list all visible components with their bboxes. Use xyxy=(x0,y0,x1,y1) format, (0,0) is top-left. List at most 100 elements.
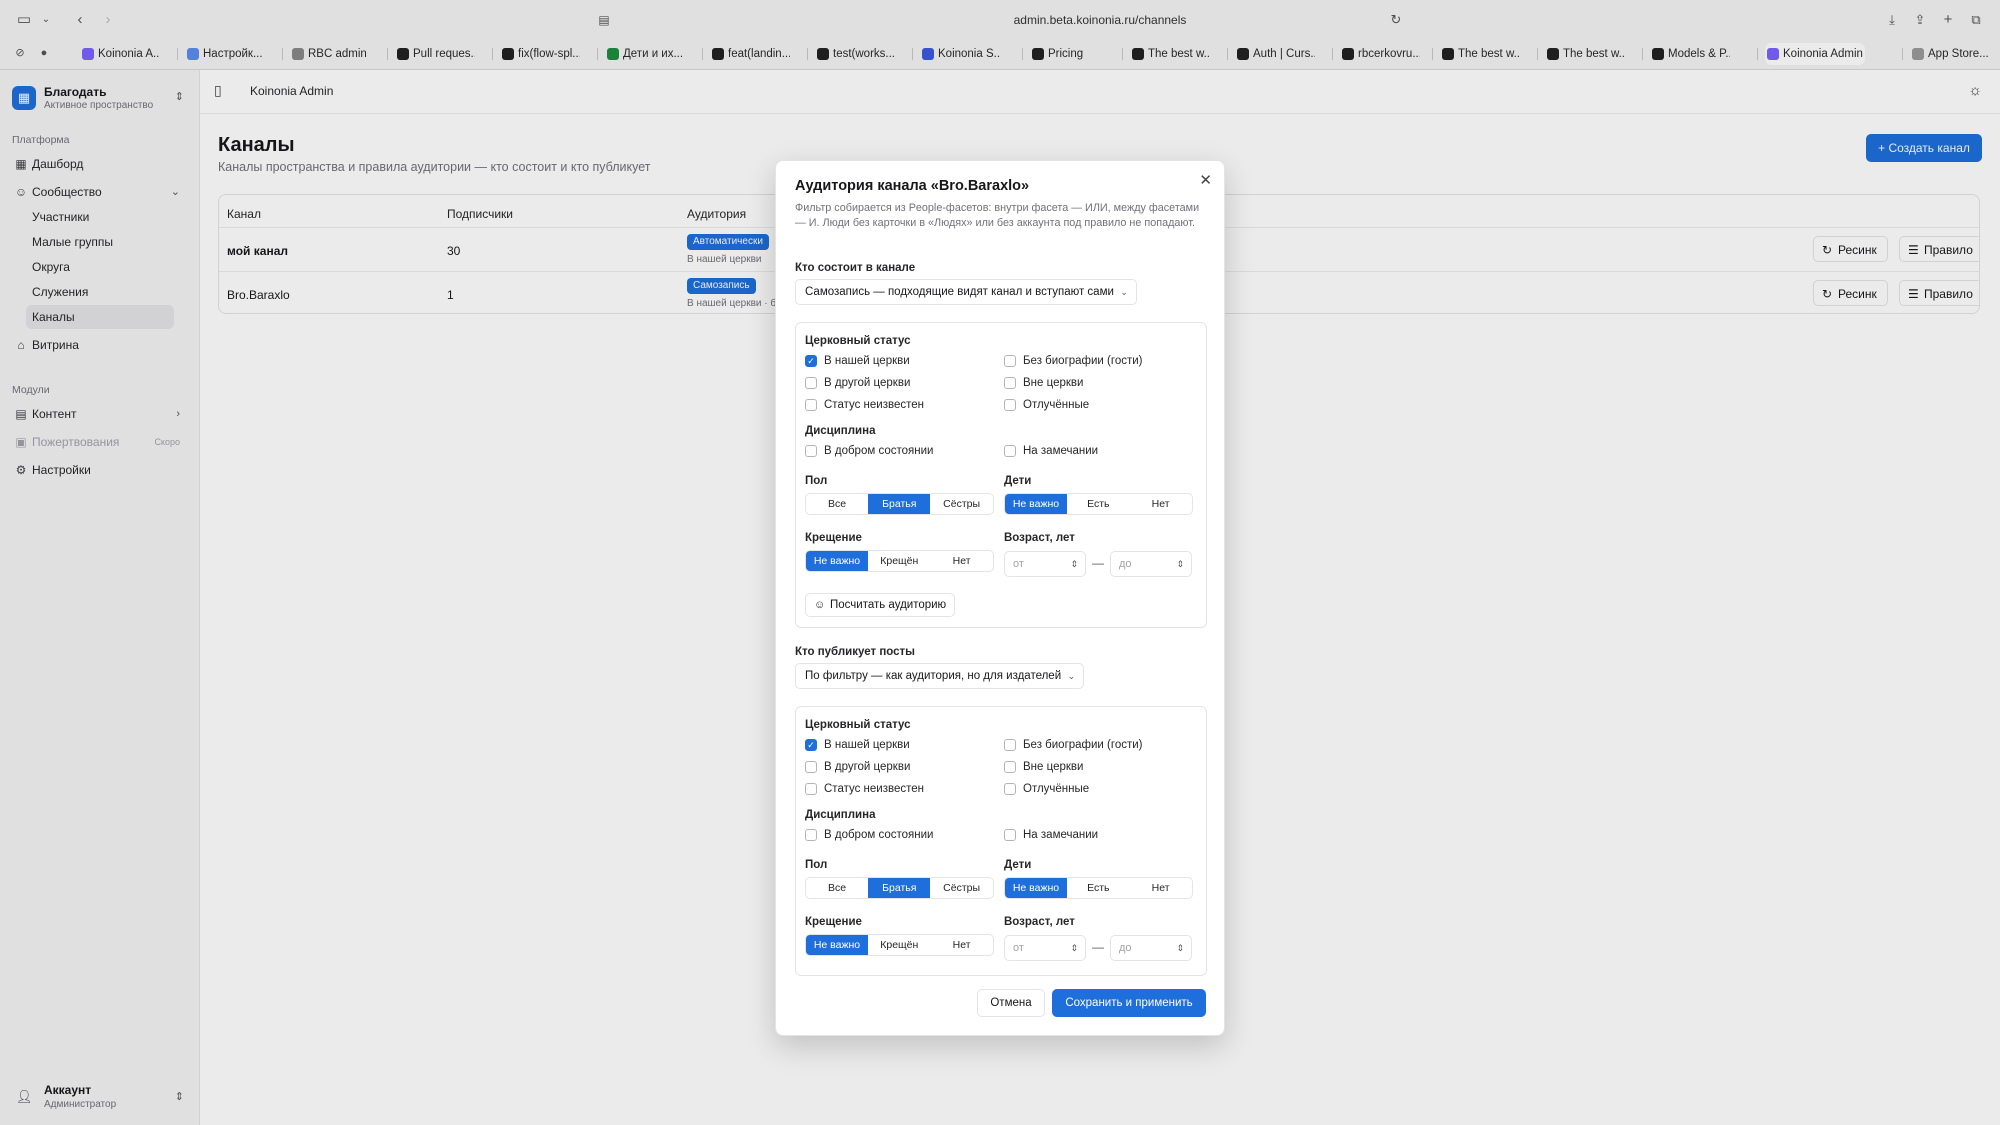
checkbox-box[interactable]: ✓ xyxy=(805,739,817,751)
publishers-mode-value: По фильтру — как аудитория, но для издат… xyxy=(805,670,1062,682)
checkbox-box[interactable] xyxy=(805,399,817,411)
members-mode-select[interactable]: Самозапись — подходящие видят канал и вс… xyxy=(795,279,1137,305)
checkbox-box[interactable] xyxy=(1004,399,1016,411)
checkbox-discipline[interactable]: В добром состоянии xyxy=(805,827,933,843)
users-icon: ☺ xyxy=(814,599,826,611)
age-from-input[interactable]: от ⇕ xyxy=(1004,551,1086,577)
label-church-status: Церковный статус xyxy=(805,719,911,731)
dialog-title: Аудитория канала «Bro.Baraxlo» xyxy=(795,178,1030,194)
checkbox-label: В нашей церкви xyxy=(824,355,910,367)
age-from-input[interactable]: от ⇕ xyxy=(1004,935,1086,961)
label-baptism: Крещение xyxy=(805,916,862,928)
baptism-segment-option[interactable]: Нет xyxy=(931,551,993,571)
members-mode-value: Самозапись — подходящие видят канал и вс… xyxy=(805,286,1114,298)
checkbox-box[interactable] xyxy=(1004,445,1016,457)
checkbox-church-status[interactable]: Статус неизвестен xyxy=(805,781,924,797)
checkbox-label: Без биографии (гости) xyxy=(1023,739,1143,751)
children-segment: Не важно Есть Нет xyxy=(1004,493,1193,515)
gender-segment-option[interactable]: Все xyxy=(806,878,868,898)
checkbox-church-status[interactable]: Отлучённые xyxy=(1004,397,1089,413)
label-age: Возраст, лет xyxy=(1004,916,1075,928)
checkbox-church-status[interactable]: ✓ В нашей церкви xyxy=(805,737,910,753)
checkbox-box[interactable] xyxy=(1004,355,1016,367)
gender-segment-option[interactable]: Братья xyxy=(868,878,931,898)
age-range-dash: — xyxy=(1092,940,1104,954)
checkbox-box[interactable] xyxy=(805,761,817,773)
checkbox-box[interactable] xyxy=(1004,783,1016,795)
checkbox-church-status[interactable]: ✓ В нашей церкви xyxy=(805,353,910,369)
label-church-status: Церковный статус xyxy=(805,335,911,347)
checkbox-church-status[interactable]: В другой церкви xyxy=(805,375,910,391)
checkbox-discipline[interactable]: На замечании xyxy=(1004,443,1098,459)
checkbox-label: В добром состоянии xyxy=(824,829,934,841)
checkbox-box[interactable] xyxy=(1004,829,1016,841)
checkbox-church-status[interactable]: Вне церкви xyxy=(1004,759,1083,775)
stepper-icon: ⇕ xyxy=(1176,559,1184,569)
label-children: Дети xyxy=(1004,475,1032,487)
gender-segment: Все Братья Сёстры xyxy=(805,493,994,515)
checkbox-box[interactable] xyxy=(1004,761,1016,773)
checkbox-church-status[interactable]: Статус неизвестен xyxy=(805,397,924,413)
checkbox-label: Без биографии (гости) xyxy=(1023,355,1143,367)
cancel-button[interactable]: Отмена xyxy=(977,989,1045,1017)
audience-dialog: ✕ Аудитория канала «Bro.Baraxlo» Фильтр … xyxy=(775,160,1225,1036)
publishers-label: Кто публикует посты xyxy=(795,646,915,658)
baptism-segment-option[interactable]: Крещён xyxy=(868,551,930,571)
checkbox-box[interactable] xyxy=(805,445,817,457)
baptism-segment-option[interactable]: Крещён xyxy=(868,935,930,955)
checkbox-church-status[interactable]: Отлучённые xyxy=(1004,781,1089,797)
baptism-segment: Не важно Крещён Нет xyxy=(805,934,994,956)
stepper-icon: ⇕ xyxy=(1070,943,1078,953)
baptism-segment-option[interactable]: Нет xyxy=(931,935,993,955)
baptism-segment-option[interactable]: Не важно xyxy=(806,551,868,571)
checkbox-label: В добром состоянии xyxy=(824,445,934,457)
checkbox-box[interactable] xyxy=(1004,377,1016,389)
checkbox-church-status[interactable]: Без биографии (гости) xyxy=(1004,353,1143,369)
children-segment-option[interactable]: Нет xyxy=(1130,878,1192,898)
checkbox-box[interactable] xyxy=(805,829,817,841)
count-audience-label: Посчитать аудиторию xyxy=(830,599,947,611)
checkbox-label: На замечании xyxy=(1023,829,1099,841)
publishers-mode-select[interactable]: По фильтру — как аудитория, но для издат… xyxy=(795,663,1085,689)
filter-panel: Церковный статус ✓ В нашей церкви Без биогр… xyxy=(795,322,1207,628)
children-segment-option[interactable]: Есть xyxy=(1067,878,1129,898)
children-segment-option[interactable]: Не важно xyxy=(1005,494,1067,514)
age-from-placeholder: от xyxy=(1013,558,1024,570)
gender-segment-option[interactable]: Братья xyxy=(868,494,931,514)
close-icon[interactable]: ✕ xyxy=(1199,171,1212,189)
checkbox-discipline[interactable]: На замечании xyxy=(1004,827,1098,843)
checkbox-label: Вне церкви xyxy=(1023,377,1084,389)
checkbox-church-status[interactable]: В другой церкви xyxy=(805,759,910,775)
label-age: Возраст, лет xyxy=(1004,532,1075,544)
age-to-input[interactable]: до ⇕ xyxy=(1110,551,1192,577)
gender-segment-option[interactable]: Все xyxy=(806,494,868,514)
checkbox-box[interactable] xyxy=(805,783,817,795)
label-discipline: Дисциплина xyxy=(805,425,876,437)
checkbox-label: Статус неизвестен xyxy=(824,783,925,795)
children-segment: Не важно Есть Нет xyxy=(1004,877,1193,899)
save-apply-button[interactable]: Сохранить и применить xyxy=(1052,989,1206,1017)
stepper-icon: ⇕ xyxy=(1070,559,1078,569)
checkbox-box[interactable]: ✓ xyxy=(805,355,817,367)
children-segment-option[interactable]: Не важно xyxy=(1005,878,1067,898)
checkbox-church-status[interactable]: Вне церкви xyxy=(1004,375,1083,391)
age-range-dash: — xyxy=(1092,556,1104,570)
checkbox-box[interactable] xyxy=(805,377,817,389)
filter-panel: Церковный статус ✓ В нашей церкви Без биогр… xyxy=(795,706,1207,976)
checkbox-discipline[interactable]: В добром состоянии xyxy=(805,443,933,459)
children-segment-option[interactable]: Есть xyxy=(1067,494,1129,514)
checkbox-church-status[interactable]: Без биографии (гости) xyxy=(1004,737,1143,753)
checkbox-label: Вне церкви xyxy=(1023,761,1084,773)
checkbox-box[interactable] xyxy=(1004,739,1016,751)
gender-segment-option[interactable]: Сёстры xyxy=(931,878,993,898)
label-children: Дети xyxy=(1004,859,1032,871)
gender-segment-option[interactable]: Сёстры xyxy=(931,494,993,514)
gender-segment: Все Братья Сёстры xyxy=(805,877,994,899)
label-discipline: Дисциплина xyxy=(805,809,876,821)
age-to-placeholder: до xyxy=(1119,558,1132,570)
baptism-segment-option[interactable]: Не важно xyxy=(806,935,868,955)
children-segment-option[interactable]: Нет xyxy=(1130,494,1192,514)
count-audience-button[interactable]: ☺ Посчитать аудиторию xyxy=(805,593,956,617)
checkbox-label: На замечании xyxy=(1023,445,1099,457)
age-to-input[interactable]: до ⇕ xyxy=(1110,935,1192,961)
